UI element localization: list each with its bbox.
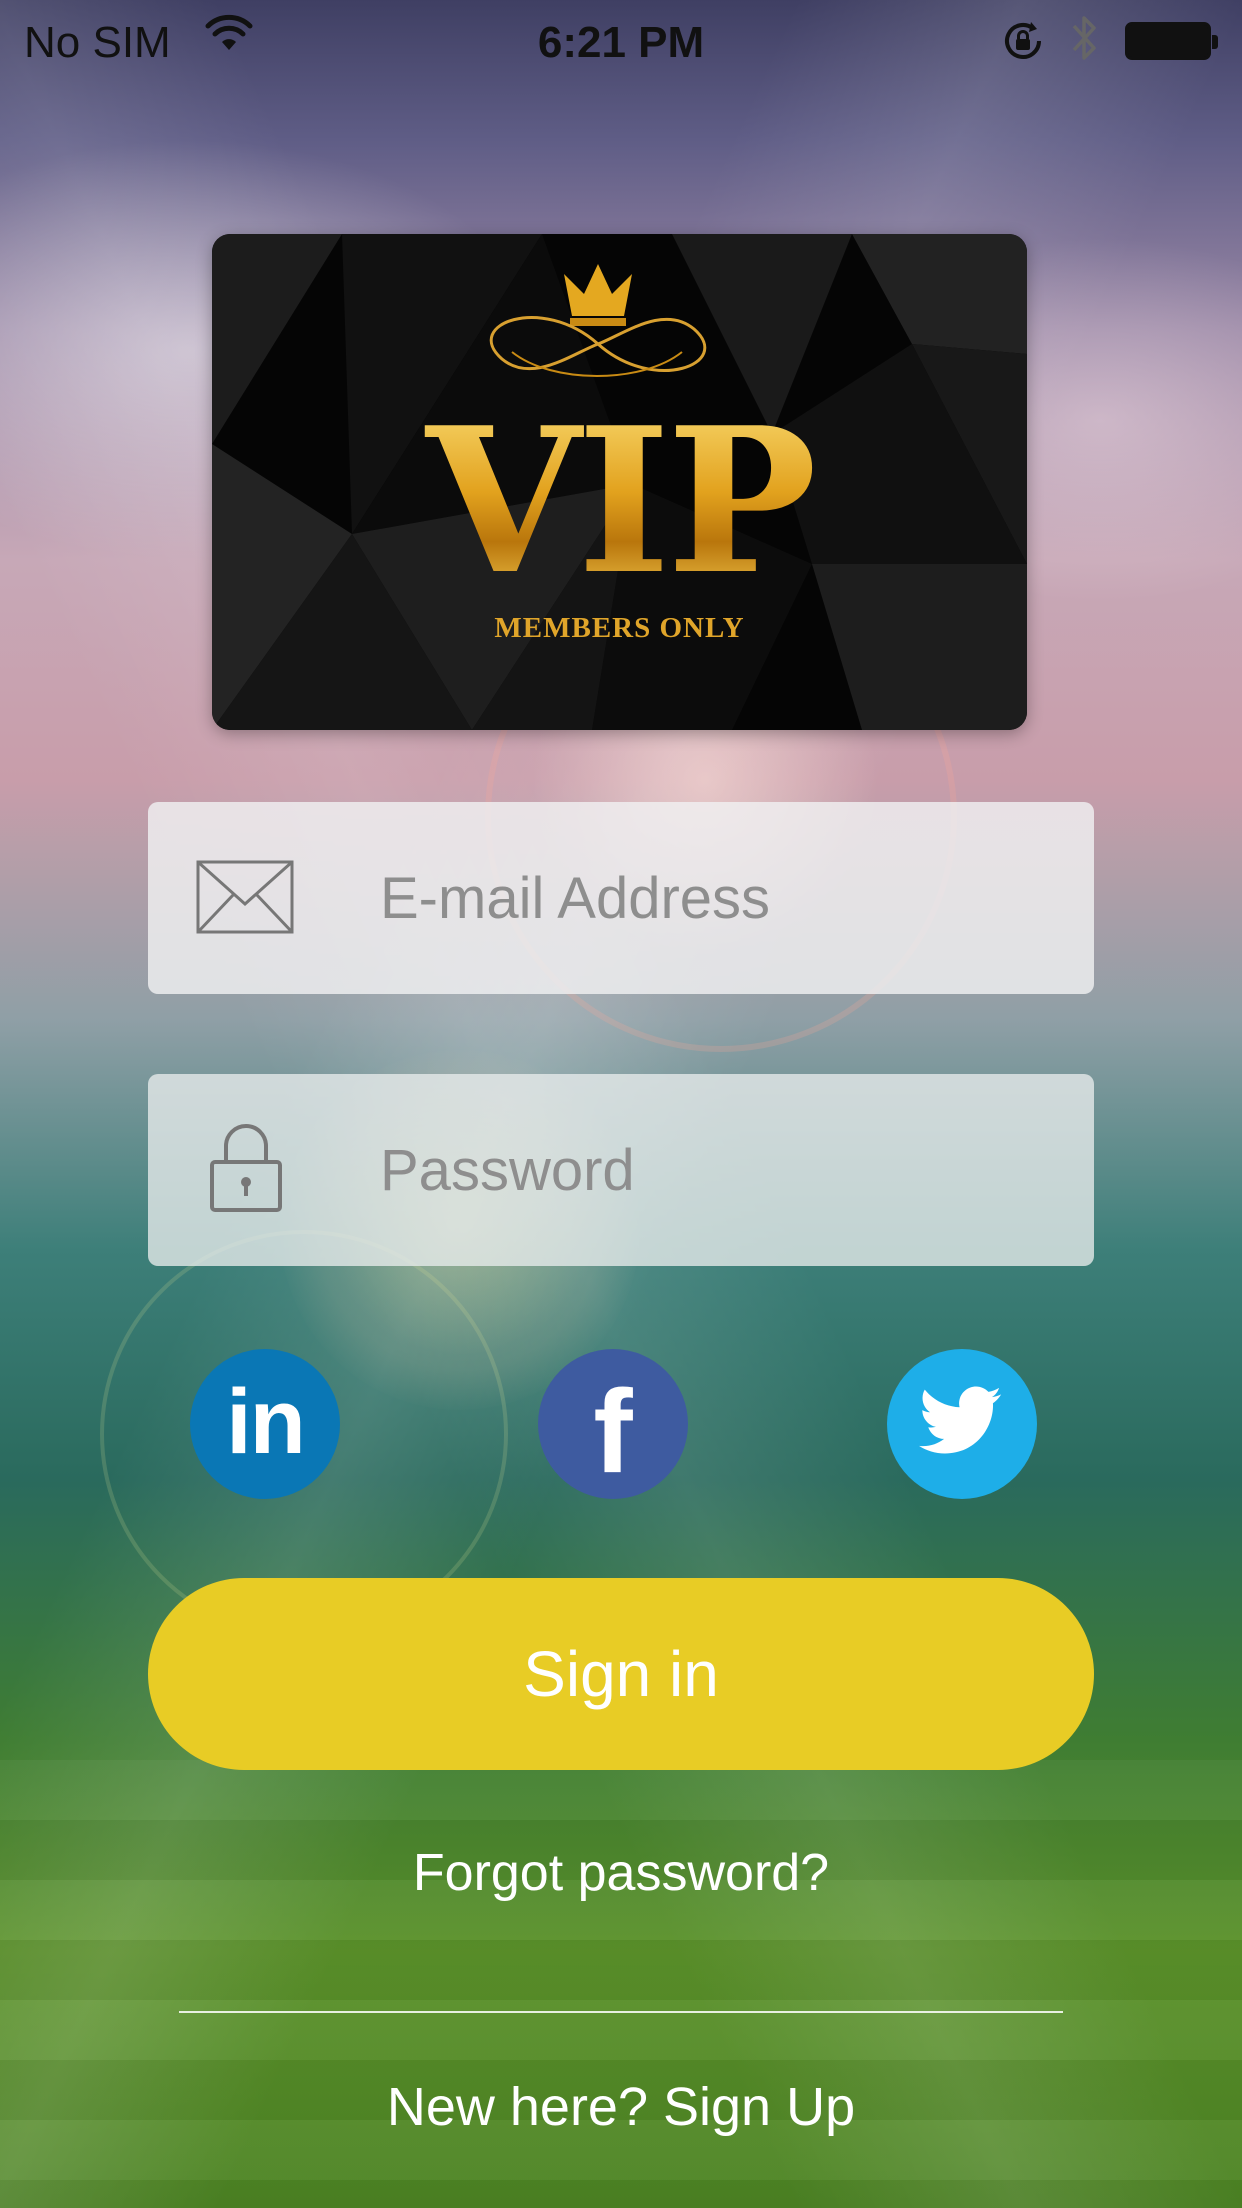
sign-up-link[interactable]: New here? Sign Up [0,2076,1242,2138]
sign-in-button[interactable]: Sign in [148,1578,1094,1770]
status-bar: No SIM 6:21 PM [0,0,1242,84]
linkedin-login-button[interactable]: in [190,1349,340,1499]
linkedin-icon: in [226,1371,306,1473]
facebook-login-button[interactable]: f [538,1349,688,1499]
password-input[interactable] [380,1074,1060,1266]
twitter-login-button[interactable] [887,1349,1037,1499]
lock-icon [208,1122,284,1219]
login-screen: No SIM 6:21 PM VIP MEMBERS ONLY E-mail A… [0,0,1242,2208]
email-input[interactable] [380,802,1060,994]
vip-title: VIP [212,402,1027,602]
rotation-lock-icon [1000,18,1046,75]
background-grass [0,1760,1242,2208]
forgot-password-link[interactable]: Forgot password? [0,1843,1242,1903]
password-field[interactable] [148,1074,1094,1266]
crown-icon [564,264,632,326]
clock: 6:21 PM [537,18,705,67]
facebook-icon: f [593,1366,633,1498]
vip-logo-card: VIP MEMBERS ONLY [212,234,1027,730]
envelope-icon [196,860,294,939]
divider [179,2011,1063,2013]
twitter-bird-icon [919,1385,1005,1463]
bluetooth-icon [1068,12,1100,75]
members-only-label: MEMBERS ONLY [494,612,745,644]
email-field[interactable] [148,802,1094,994]
battery-icon [1125,22,1218,60]
